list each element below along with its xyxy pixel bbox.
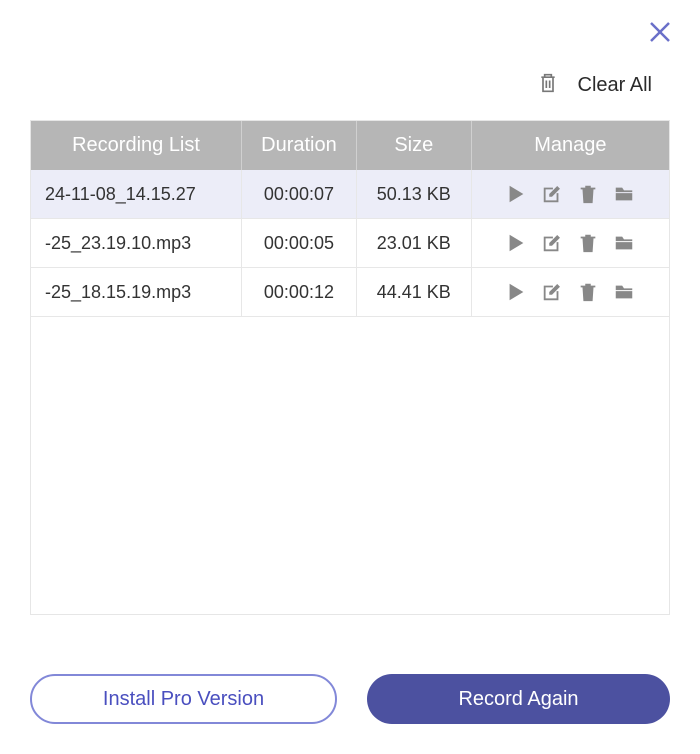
cell-duration: 00:00:07 <box>242 170 357 219</box>
play-icon[interactable] <box>505 281 527 303</box>
close-icon <box>648 31 672 48</box>
table-row[interactable]: -25_23.19.10.mp300:00:0523.01 KB <box>31 219 669 268</box>
cell-manage <box>471 268 669 317</box>
folder-icon[interactable] <box>613 281 635 303</box>
cell-name: -25_23.19.10.mp3 <box>31 219 242 268</box>
recording-panel: Recording List Duration Size Manage 24-1… <box>30 120 670 615</box>
cell-name: 24-11-08_14.15.27 <box>31 170 242 219</box>
cell-size: 44.41 KB <box>356 268 471 317</box>
table-row[interactable]: 24-11-08_14.15.2700:00:0750.13 KB <box>31 170 669 219</box>
cell-size: 50.13 KB <box>356 170 471 219</box>
cell-manage <box>471 219 669 268</box>
col-header-manage: Manage <box>471 121 669 170</box>
col-header-name: Recording List <box>31 121 242 170</box>
folder-icon[interactable] <box>613 232 635 254</box>
delete-icon[interactable] <box>577 232 599 254</box>
play-icon[interactable] <box>505 232 527 254</box>
edit-icon[interactable] <box>541 281 563 303</box>
edit-icon[interactable] <box>541 183 563 205</box>
clear-all-button[interactable]: Clear All <box>578 74 652 97</box>
col-header-size: Size <box>356 121 471 170</box>
cell-manage <box>471 170 669 219</box>
table-row[interactable]: -25_18.15.19.mp300:00:1244.41 KB <box>31 268 669 317</box>
delete-icon[interactable] <box>577 281 599 303</box>
install-pro-button[interactable]: Install Pro Version <box>30 674 337 724</box>
play-icon[interactable] <box>505 183 527 205</box>
close-button[interactable] <box>648 20 672 49</box>
record-again-button[interactable]: Record Again <box>367 674 670 724</box>
recording-table: Recording List Duration Size Manage 24-1… <box>31 121 669 317</box>
cell-duration: 00:00:05 <box>242 219 357 268</box>
delete-icon[interactable] <box>577 183 599 205</box>
trash-icon <box>538 72 558 99</box>
folder-icon[interactable] <box>613 183 635 205</box>
cell-size: 23.01 KB <box>356 219 471 268</box>
col-header-duration: Duration <box>242 121 357 170</box>
cell-name: -25_18.15.19.mp3 <box>31 268 242 317</box>
cell-duration: 00:00:12 <box>242 268 357 317</box>
edit-icon[interactable] <box>541 232 563 254</box>
